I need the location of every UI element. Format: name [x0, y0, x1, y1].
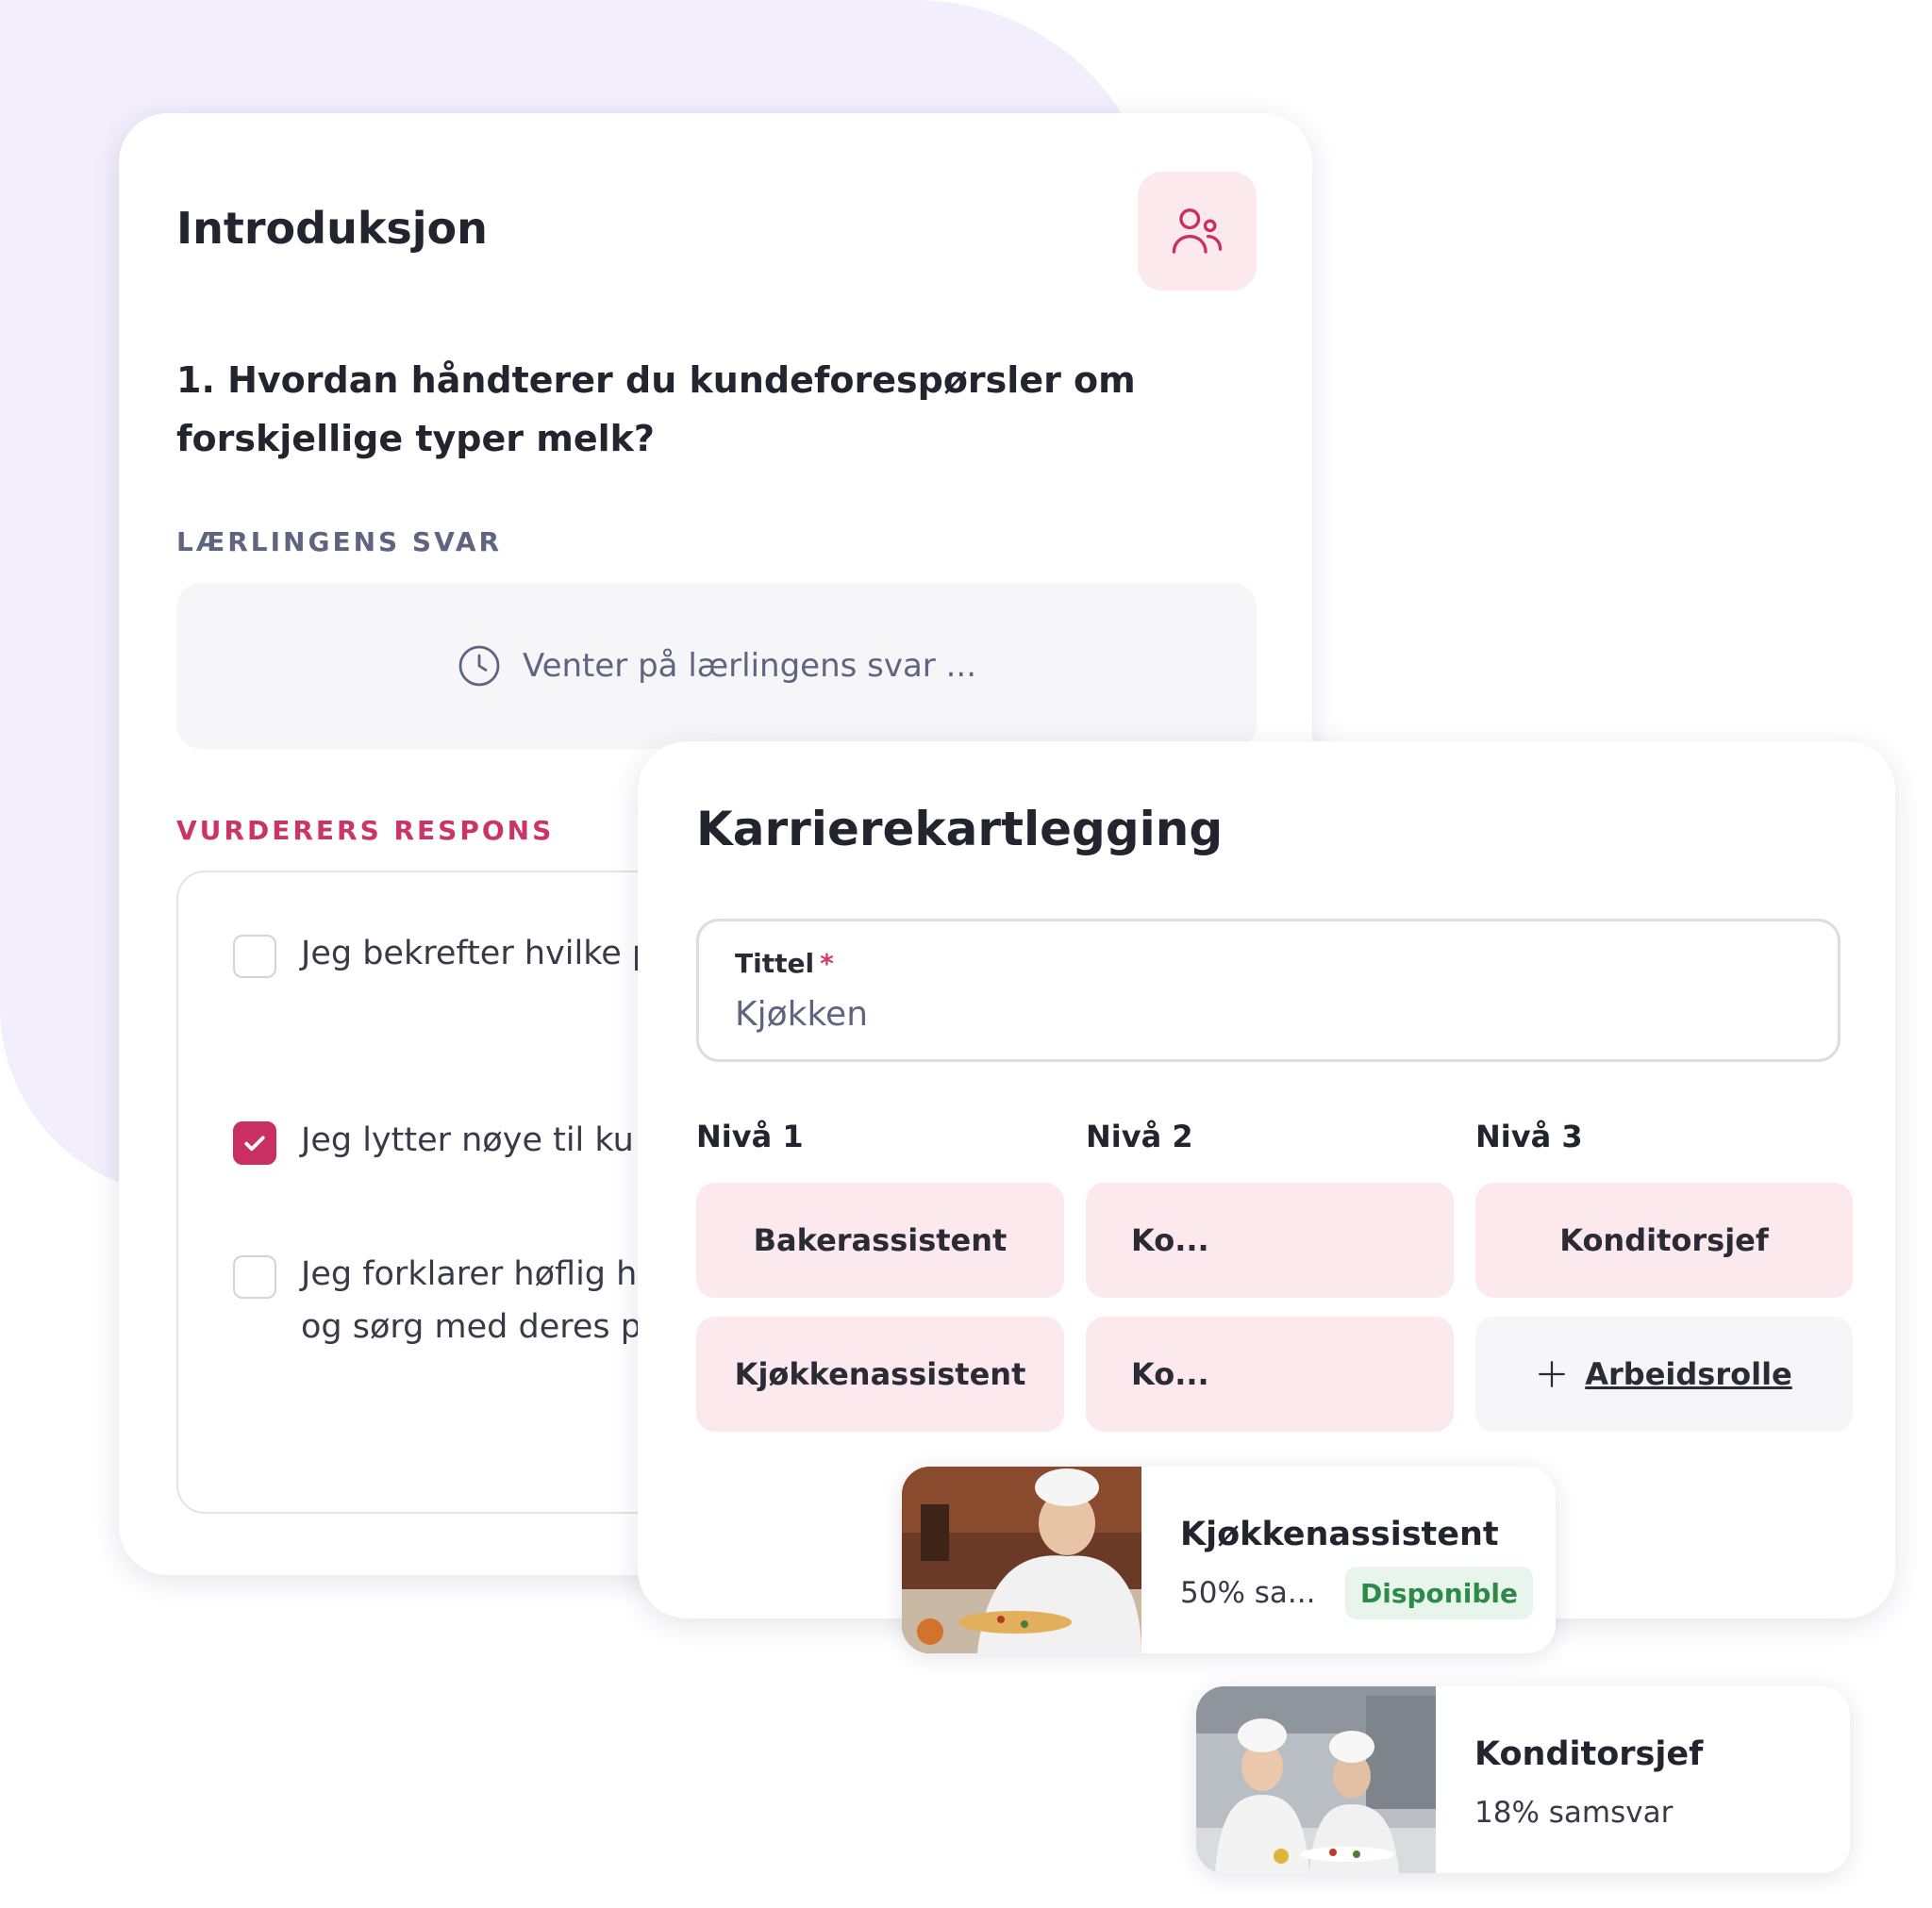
level-2-header: Nivå 2: [1086, 1119, 1193, 1154]
checkbox-unchecked[interactable]: [233, 1255, 276, 1299]
level-1-header: Nivå 1: [696, 1119, 804, 1154]
chefs-photo: [1196, 1686, 1436, 1873]
title-field[interactable]: Tittel * Kjøkken: [696, 919, 1840, 1062]
plus-icon: [1539, 1361, 1566, 1387]
match-score: 50% sa...: [1180, 1576, 1316, 1610]
match-title: Kjøkkenassistent: [1180, 1516, 1499, 1553]
question-text: 1. Hvordan håndterer du kundeforespørsle…: [176, 359, 1136, 459]
assessor-label: VURDERERS RESPONS: [176, 815, 555, 846]
title-field-label: Tittel *: [735, 948, 834, 979]
role-chip-level2[interactable]: Ko...: [1086, 1183, 1454, 1298]
role-chip-bakerassistent[interactable]: Bakerassistent: [696, 1183, 1064, 1298]
users-icon: [1172, 208, 1223, 254]
match-card-konditorsjef[interactable]: Konditorsjef 18% samsvar: [1196, 1686, 1850, 1873]
career-title: Karrierekartlegging: [696, 802, 1224, 856]
title-field-value[interactable]: Kjøkken: [735, 995, 868, 1034]
role-chip-level2[interactable]: Ko...: [1086, 1317, 1454, 1432]
chef-photo: [902, 1467, 1141, 1653]
role-chip-konditorsjef[interactable]: Konditorsjef: [1475, 1183, 1853, 1298]
checkbox-unchecked[interactable]: [233, 935, 276, 978]
waiting-box: Venter på lærlingens svar ...: [176, 583, 1257, 749]
clock-icon: [458, 645, 500, 687]
users-icon-button[interactable]: [1138, 172, 1257, 290]
intro-title: Introduksjon: [176, 203, 488, 254]
add-role-button[interactable]: Arbeidsrolle: [1475, 1317, 1853, 1432]
role-chip-kjokkenassistent[interactable]: Kjøkkenassistent: [696, 1317, 1064, 1432]
required-mark: *: [820, 948, 834, 979]
checkbox-checked[interactable]: [233, 1121, 276, 1165]
waiting-text: Venter på lærlingens svar ...: [522, 647, 977, 685]
check-icon: [244, 1136, 265, 1152]
match-card-kjokkenassistent[interactable]: Kjøkkenassistent 50% sa... Disponible: [902, 1467, 1556, 1653]
match-score: 18% samsvar: [1474, 1796, 1674, 1830]
status-badge: Disponible: [1345, 1567, 1533, 1619]
match-title: Konditorsjef: [1474, 1735, 1704, 1773]
level-3-header: Nivå 3: [1475, 1119, 1583, 1154]
add-role-label: Arbeidsrolle: [1585, 1356, 1792, 1392]
student-answer-label: LÆRLINGENS SVAR: [176, 526, 503, 557]
